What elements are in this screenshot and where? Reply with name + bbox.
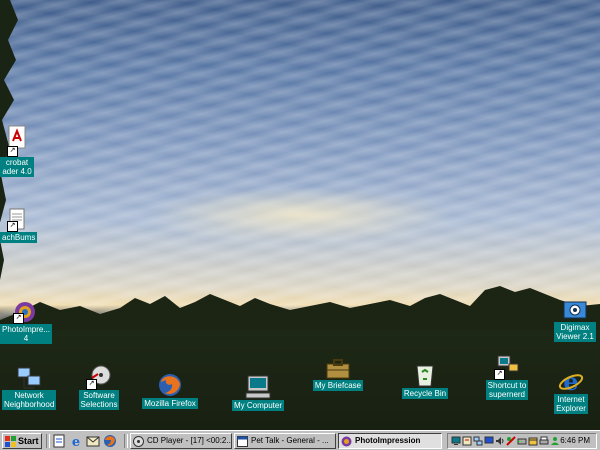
desktop-icon-recycle-bin[interactable]: Recycle Bin: [398, 362, 452, 399]
shortcut-arrow-icon: ↗: [13, 313, 24, 324]
desktop-icon-label: Internet Explorer: [554, 394, 588, 414]
taskbar-separator: [124, 434, 128, 448]
desktop-icon-internet-explorer[interactable]: e Internet Explorer: [548, 367, 594, 414]
photoimpression-icon: [341, 436, 352, 447]
desktop-icon-software-selections[interactable]: ↗ Software Selections: [76, 364, 122, 410]
task-label: CD Player - [17] <00:2...: [147, 436, 232, 445]
modem-tray-icon[interactable]: [517, 436, 527, 446]
desktop-icon-beachbums[interactable]: ↗ achBums: [0, 208, 38, 243]
notepad-quicklaunch-icon[interactable]: [52, 434, 66, 448]
my-computer-icon: [244, 374, 272, 400]
desktop-icon-label: Shortcut to supernerd: [485, 380, 529, 400]
start-button[interactable]: Start: [2, 433, 42, 449]
network-neighborhood-icon: [16, 366, 42, 390]
svg-text:e: e: [563, 368, 578, 394]
desktop[interactable]: ↗ crobat ader 4.0 ↗ achBums ↗ PhotoImpre…: [0, 0, 600, 430]
firefox-quicklaunch-icon[interactable]: [103, 434, 117, 448]
antivirus-tray-icon[interactable]: [506, 436, 516, 446]
task-label: PhotoImpression: [355, 436, 421, 445]
desktop-icon-digimax-viewer[interactable]: Digimax Viewer 2.1: [552, 298, 598, 342]
photoimpression-icon: ↗: [13, 300, 37, 324]
task-photoimpression[interactable]: PhotoImpression: [338, 433, 442, 449]
desktop-icon-label: crobat ader 4.0: [0, 157, 34, 177]
desktop-icon-label: PhotoImpre... 4: [0, 324, 53, 344]
desktop-icon-my-computer[interactable]: My Computer: [230, 374, 286, 411]
scheduler-tray-icon[interactable]: [462, 436, 472, 446]
volume-tray-icon[interactable]: [495, 436, 505, 446]
desktop-icon-label: Mozilla Firefox: [142, 398, 198, 409]
outlook-express-quicklaunch-icon[interactable]: [86, 434, 100, 448]
desktop-icon-label: Digimax Viewer 2.1: [554, 322, 596, 342]
acrobat-icon: ↗: [7, 125, 27, 157]
network-computer-icon: ↗: [494, 354, 520, 380]
shortcut-arrow-icon: ↗: [7, 221, 18, 232]
system-tray: 6:46 PM: [447, 433, 597, 449]
desktop-icon-network-neighborhood[interactable]: Network Neighborhood: [2, 366, 57, 410]
desktop-icon-label: My Briefcase: [312, 380, 364, 391]
desktop-icon-mozilla-firefox[interactable]: Mozilla Firefox: [140, 372, 200, 409]
document-icon: ↗: [7, 208, 27, 232]
task-pet-talk[interactable]: Pet Talk - General - ...: [234, 433, 336, 449]
internet-explorer-quicklaunch-icon[interactable]: e: [69, 434, 83, 448]
printer-tray-icon[interactable]: [539, 436, 549, 446]
recycle-bin-icon: [414, 362, 436, 388]
browser-window-icon: [237, 436, 248, 447]
shortcut-arrow-icon: ↗: [7, 146, 18, 157]
firefox-icon: [157, 372, 183, 398]
internet-explorer-icon: e: [558, 367, 584, 396]
desktop-icon-label: My Computer: [231, 400, 284, 411]
desktop-icon-label: Network Neighborhood: [2, 390, 57, 410]
desktop-icon-my-briefcase[interactable]: My Briefcase: [310, 358, 366, 391]
task-scheduler-tray-icon[interactable]: [528, 436, 538, 446]
messenger-tray-icon[interactable]: [550, 436, 560, 446]
taskbar-clock[interactable]: 6:46 PM: [560, 434, 590, 448]
monitor-tray-icon[interactable]: [484, 436, 494, 446]
taskbar-separator: [46, 434, 50, 448]
taskbar: Start e CD Player - [17] <00:2... Pet Ta…: [0, 430, 600, 450]
desktop-icon-label: Software Selections: [78, 390, 120, 410]
shortcut-arrow-icon: ↗: [86, 379, 97, 390]
start-label: Start: [18, 436, 39, 446]
desktop-icon-label: Recycle Bin: [401, 388, 449, 399]
cd-player-icon: [133, 436, 144, 447]
network-tray-icon[interactable]: [473, 436, 483, 446]
cd-disc-icon: ↗: [86, 364, 112, 390]
windows-logo-icon: [5, 436, 16, 447]
shortcut-arrow-icon: ↗: [494, 369, 505, 380]
task-label: Pet Talk - General - ...: [251, 436, 329, 445]
task-cd-player[interactable]: CD Player - [17] <00:2...: [130, 433, 232, 449]
desktop-icon-label: achBums: [0, 232, 38, 243]
svg-text:e: e: [72, 435, 80, 448]
desktop-icon-supernerd-shortcut[interactable]: ↗ Shortcut to supernerd: [480, 354, 534, 400]
desktop-icon-photoimpression[interactable]: ↗ PhotoImpre... 4: [0, 300, 53, 344]
briefcase-icon: [325, 358, 351, 380]
desktop-icon-acrobat-reader[interactable]: ↗ crobat ader 4.0: [0, 125, 34, 177]
display-tray-icon[interactable]: [451, 436, 461, 446]
camera-viewer-icon: [562, 298, 588, 322]
